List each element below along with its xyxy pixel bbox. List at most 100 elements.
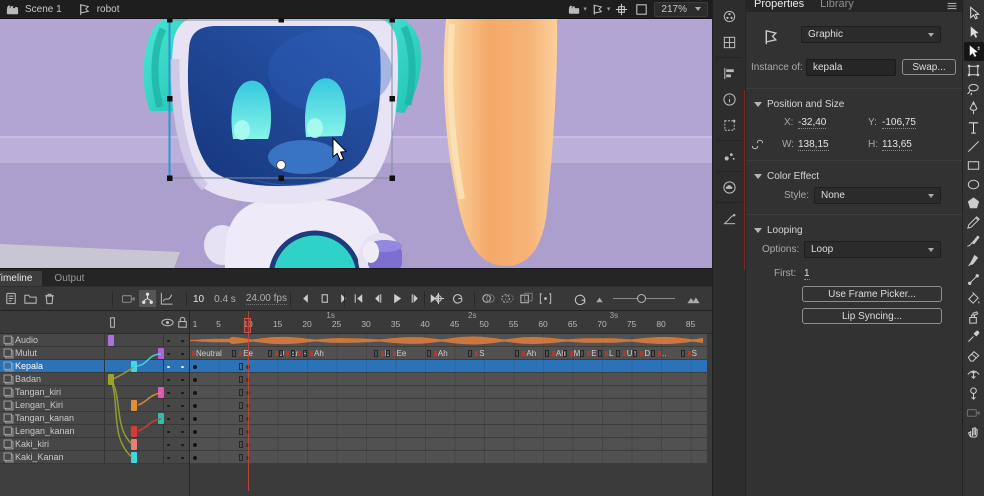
rectangle-icon[interactable] (964, 156, 984, 175)
selection-icon[interactable] (964, 23, 984, 42)
zoom-in-mountains-icon[interactable] (685, 290, 702, 307)
frame-row-tangan_kiri[interactable] (190, 386, 707, 399)
frame-row-badan[interactable] (190, 373, 707, 386)
zoom-out-mini-icon[interactable] (591, 290, 608, 307)
layer-row-tangan_kanan[interactable]: Tangan_kanan (0, 412, 189, 425)
layer-visibility-dot[interactable] (167, 431, 170, 434)
layer-row-lengan_kanan[interactable]: Lengan_kanan (0, 425, 189, 438)
frame-row-kepala[interactable] (190, 360, 707, 373)
rig-parent-bar[interactable] (131, 400, 137, 411)
frame-markers-icon[interactable] (537, 290, 554, 307)
oval-icon[interactable] (964, 175, 984, 194)
symbol-breadcrumb[interactable]: robot (97, 4, 120, 15)
center-playhead-icon[interactable] (430, 290, 447, 307)
lip-syncing-button[interactable]: Lip Syncing... (802, 308, 942, 324)
selection-active-icon[interactable] (964, 42, 984, 61)
ink-bottle-icon[interactable] (964, 308, 984, 327)
layer-row-badan[interactable]: Badan (0, 373, 189, 386)
frame-grid-panel[interactable]: 1s2s3s1510152025303540455055606570758085… (190, 311, 712, 496)
layer-row-tangan_kiri[interactable]: Tangan_kiri (0, 386, 189, 399)
w-value[interactable]: 138,15 (798, 139, 829, 151)
frame-ruler[interactable]: 1s2s3s1510152025303540455055606570758085 (190, 311, 712, 334)
tab-timeline[interactable]: Timeline (0, 271, 42, 286)
playhead-handle[interactable] (244, 318, 251, 333)
frame-row-audio[interactable] (190, 334, 707, 347)
pen-icon[interactable] (964, 99, 984, 118)
layer-lock-dot[interactable] (181, 431, 184, 434)
edit-scene-icon[interactable] (566, 1, 583, 18)
center-stage-icon[interactable] (613, 1, 630, 18)
rig-parent-bar[interactable] (131, 426, 137, 437)
pencil-icon[interactable] (964, 213, 984, 232)
frame-row-mulut[interactable]: NeutralEeDErFAhDEeAhSAhAhMELUhD..S (190, 347, 707, 360)
layer-row-kaki_kiri[interactable]: Kaki_kiri (0, 438, 189, 451)
layer-lock-dot[interactable] (181, 379, 184, 382)
layer-visibility-dot[interactable] (167, 353, 170, 356)
rig-parent-bar[interactable] (158, 413, 164, 424)
section-position-size[interactable]: Position and Size (746, 93, 962, 114)
layer-visibility-dot[interactable] (167, 405, 170, 408)
rig-parent-bar[interactable] (131, 361, 137, 372)
stop-frame-icon[interactable] (316, 290, 333, 307)
swatches-icon[interactable] (716, 29, 742, 55)
layer-lock-dot[interactable] (181, 418, 184, 421)
symbol-type-dropdown[interactable]: Graphic (801, 26, 941, 43)
onion-outline-icon[interactable] (499, 290, 516, 307)
timeline-zoom-slider[interactable] (613, 298, 675, 299)
delete-icon[interactable] (41, 290, 58, 307)
paint-bucket-icon[interactable] (964, 289, 984, 308)
layer-visibility-dot[interactable] (167, 379, 170, 382)
bone-icon[interactable] (964, 270, 984, 289)
y-value[interactable]: -106,75 (882, 117, 916, 129)
rig-parent-bar[interactable] (108, 374, 114, 385)
info-panel-icon[interactable] (716, 86, 742, 112)
layer-row-mulut[interactable]: Mulut (0, 347, 189, 360)
layer-visibility-dot[interactable] (167, 340, 170, 343)
width-tool-icon[interactable] (964, 365, 984, 384)
motion-editor-icon[interactable] (716, 205, 742, 231)
frame-back-icon[interactable] (297, 290, 314, 307)
brush-library-icon[interactable] (716, 143, 742, 169)
stage-canvas[interactable] (0, 19, 712, 268)
h-value[interactable]: 113,65 (882, 139, 912, 151)
layer-lock-dot[interactable] (181, 340, 184, 343)
frame-row-kaki_kiri[interactable] (190, 438, 707, 451)
stage-zoom-select[interactable]: 217% (654, 2, 708, 17)
lock-icon[interactable] (174, 314, 191, 331)
current-frame-value[interactable]: 10 (193, 294, 204, 305)
asset-warp-icon[interactable] (964, 384, 984, 403)
line-icon[interactable] (964, 137, 984, 156)
tab-properties[interactable]: Properties (754, 0, 804, 12)
parent-view-icon[interactable] (139, 290, 156, 307)
tab-output[interactable]: Output (44, 271, 94, 286)
color-wheel-icon[interactable] (716, 3, 742, 29)
first-frame-value[interactable]: 1 (804, 268, 810, 280)
layer-lock-dot[interactable] (181, 444, 184, 447)
frame-row-kaki_kanan[interactable] (190, 451, 707, 464)
graph-view-icon[interactable] (158, 290, 175, 307)
camera2-icon[interactable] (964, 403, 984, 422)
layer-visibility-dot[interactable] (167, 444, 170, 447)
zoom-slider-track[interactable] (613, 298, 675, 299)
layer-row-kepala[interactable]: Kepala (0, 360, 189, 373)
layer-visibility-dot[interactable] (167, 366, 170, 369)
free-transform-icon[interactable] (964, 61, 984, 80)
first-frame-icon[interactable] (350, 290, 367, 307)
rig-parent-bar[interactable] (108, 335, 114, 346)
frame-row-tangan_kanan[interactable] (190, 412, 707, 425)
transform-point[interactable] (277, 161, 286, 170)
layer-row-lengan_kiri[interactable]: Lengan_Kiri (0, 399, 189, 412)
lasso-icon[interactable] (964, 80, 984, 99)
transform-panel-icon[interactable] (716, 112, 742, 138)
x-value[interactable]: -32,40 (798, 117, 826, 129)
eraser-icon[interactable] (964, 346, 984, 365)
layer-lock-dot[interactable] (181, 405, 184, 408)
section-color-effect[interactable]: Color Effect (746, 165, 962, 186)
layer-row-kaki_kanan[interactable]: Kaki_Kanan (0, 451, 189, 464)
edit-symbols-icon[interactable] (590, 1, 607, 18)
swap-button[interactable]: Swap... (902, 59, 956, 75)
layer-lock-dot[interactable] (181, 457, 184, 460)
panel-menu-icon[interactable] (943, 0, 960, 12)
layer-row-audio[interactable]: Audio (0, 334, 189, 347)
style-dropdown[interactable]: None (814, 187, 941, 204)
